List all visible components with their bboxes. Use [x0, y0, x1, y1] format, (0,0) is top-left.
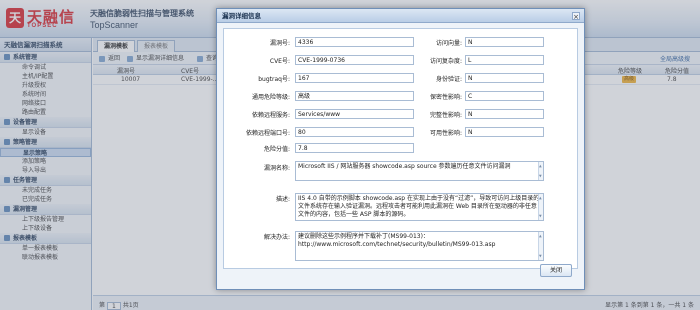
confidentiality-field[interactable]: C	[465, 91, 544, 101]
vuln-name-label: 漏洞名称:	[263, 165, 290, 172]
risk-score-label: 危险分值:	[263, 146, 290, 153]
vuln-detail-dialog: 漏洞详细信息 × 漏洞号: 4336 CVE号: CVE-1999-0736 b…	[216, 8, 585, 290]
risk-level-label: 通用危险等级:	[251, 94, 290, 101]
description-scrollbar[interactable]	[538, 194, 543, 220]
dep-service-field[interactable]: Services/www	[295, 109, 414, 119]
vuln-name-textarea[interactable]: Microsoft IIS / 网站服务器 showcode.asp sourc…	[295, 161, 544, 181]
solution-scrollbar[interactable]	[538, 232, 543, 260]
close-button[interactable]: 关闭	[540, 264, 572, 277]
risk-level-field[interactable]: 高级	[295, 91, 414, 101]
dep-service-label: 依赖远程服务:	[251, 112, 290, 119]
vuln-name-text: Microsoft IIS / 网站服务器 showcode.asp sourc…	[298, 163, 511, 170]
access-vector-field[interactable]: N	[465, 37, 544, 47]
integrity-label: 完整性影响:	[429, 112, 462, 119]
confidentiality-label: 保密性影响:	[429, 94, 462, 101]
cve-field[interactable]: CVE-1999-0736	[295, 55, 414, 65]
description-textarea[interactable]: IIS 4.0 自带的示例脚本 showcode.asp 在实现上由于没有“过滤…	[295, 193, 544, 221]
description-text: IIS 4.0 自带的示例脚本 showcode.asp 在实现上由于没有“过滤…	[298, 195, 540, 218]
solution-label: 解决办法:	[263, 234, 290, 241]
dep-port-label: 依赖远程端口号:	[245, 130, 290, 137]
authentication-field[interactable]: N	[465, 73, 544, 83]
close-icon[interactable]: ×	[572, 12, 580, 21]
solution-textarea[interactable]: 建议删除这些示例程序并下载补丁(MS99-013)：http://www.mic…	[295, 231, 544, 261]
access-complexity-label: 访问复杂度:	[429, 58, 462, 65]
risk-score-field[interactable]: 7.8	[295, 143, 414, 153]
integrity-field[interactable]: N	[465, 109, 544, 119]
availability-field[interactable]: N	[465, 127, 544, 137]
availability-label: 可用性影响:	[429, 130, 462, 137]
solution-text: 建议删除这些示例程序并下载补丁(MS99-013)：http://www.mic…	[298, 233, 496, 248]
bugtraq-label: bugtraq号:	[258, 76, 290, 83]
access-complexity-field[interactable]: L	[465, 55, 544, 65]
dialog-title: 漏洞详细信息	[217, 9, 584, 23]
vuln-name-scrollbar[interactable]	[538, 162, 543, 180]
dep-port-field[interactable]: 80	[295, 127, 414, 137]
access-vector-label: 访问向量:	[435, 40, 462, 47]
authentication-label: 身份验证:	[435, 76, 462, 83]
dialog-body: 漏洞号: 4336 CVE号: CVE-1999-0736 bugtraq号: …	[223, 28, 578, 269]
cve-label: CVE号:	[269, 58, 290, 65]
description-label: 描述:	[275, 196, 290, 203]
bugtraq-field[interactable]: 167	[295, 73, 414, 83]
vuln-no-label: 漏洞号:	[269, 40, 290, 47]
vuln-no-field[interactable]: 4336	[295, 37, 414, 47]
